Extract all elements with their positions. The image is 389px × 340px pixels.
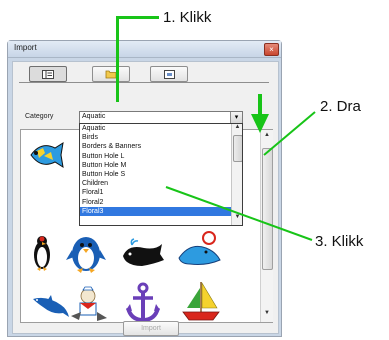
annotation-overlay — [165, 94, 316, 241]
down-arrow-icon — [251, 94, 269, 133]
annotation-step-3: 3. Klikk — [315, 233, 364, 250]
annotation-step-2: 2. Dra — [320, 98, 361, 115]
callout-line-2 — [263, 111, 316, 156]
annotation-step-1: 1. Klikk — [163, 9, 212, 26]
callout-line-3 — [165, 186, 313, 241]
